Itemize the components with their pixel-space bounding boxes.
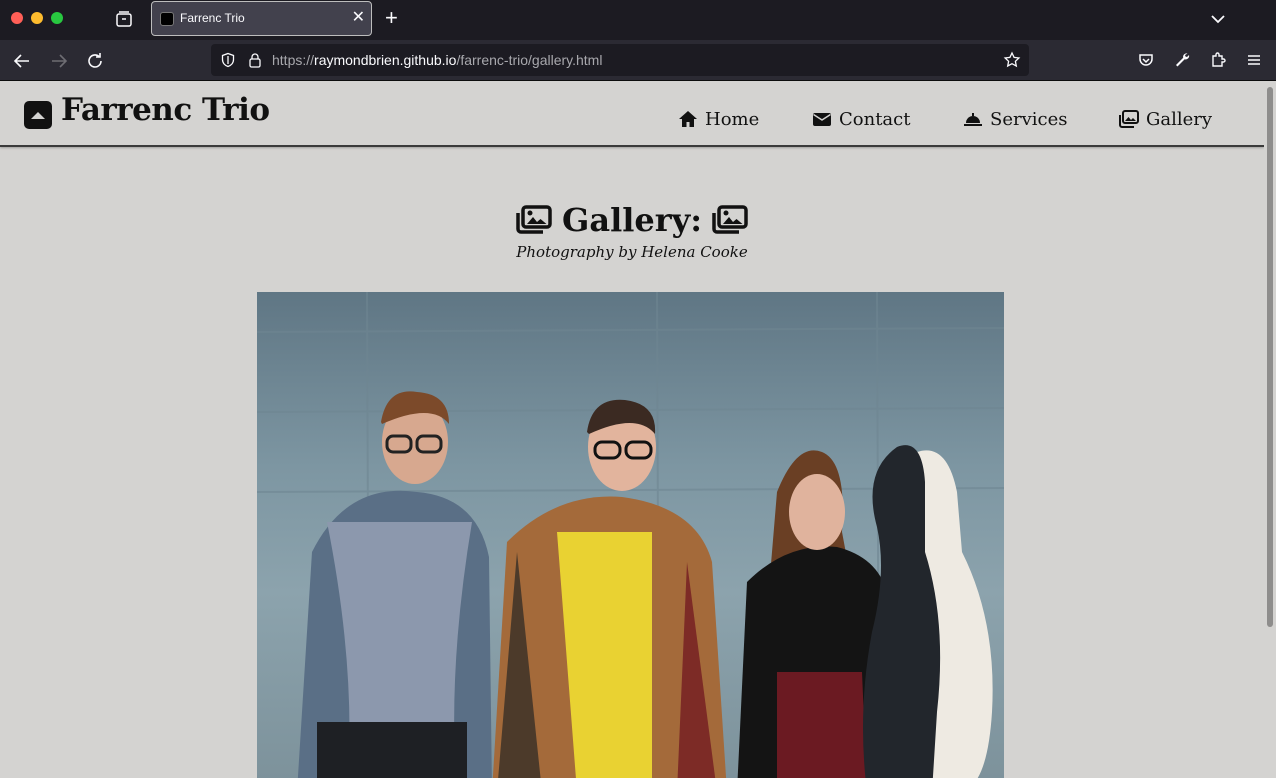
- scrollbar-thumb[interactable]: [1267, 87, 1273, 627]
- musician-center: [492, 399, 727, 778]
- menu-icon[interactable]: [1245, 51, 1263, 69]
- cello-case: [863, 445, 993, 778]
- images-icon: [712, 205, 748, 234]
- envelope-icon: [813, 113, 831, 126]
- site-title[interactable]: Farrenc Trio: [61, 92, 270, 128]
- musician-left: [297, 391, 492, 778]
- star-icon[interactable]: [1003, 51, 1021, 69]
- favicon-icon: [160, 12, 174, 26]
- address-bar[interactable]: https://raymondbrien.github.io/farrenc-t…: [211, 44, 1029, 76]
- url-path: /farrenc-trio/gallery.html: [456, 52, 603, 68]
- lock-icon[interactable]: [248, 52, 262, 68]
- nav-gallery[interactable]: Gallery: [1119, 106, 1212, 132]
- shield-icon[interactable]: [220, 52, 236, 68]
- photo-credit: Photography by Helena Cooke: [516, 243, 748, 261]
- nav-contact-label: Contact: [839, 108, 911, 130]
- url-host: raymondbrien.github.io: [314, 52, 457, 68]
- images-icon: [1119, 110, 1139, 128]
- browser-toolbar: https://raymondbrien.github.io/farrenc-t…: [0, 40, 1276, 81]
- nav-home-label: Home: [705, 108, 760, 130]
- nav-services[interactable]: Services: [963, 106, 1067, 132]
- images-icon: [516, 205, 552, 234]
- site-header: Farrenc Trio Home Contact Services Galle…: [0, 81, 1264, 147]
- reload-icon[interactable]: [84, 50, 106, 72]
- page-title: Gallery:: [0, 201, 1264, 239]
- page-title-text: Gallery:: [562, 201, 702, 239]
- photo-illustration: [257, 292, 1004, 778]
- pocket-icon[interactable]: [1137, 51, 1155, 69]
- close-icon[interactable]: ✕: [352, 9, 365, 27]
- chevron-down-icon[interactable]: [1208, 9, 1228, 29]
- nav-services-label: Services: [990, 108, 1068, 130]
- plus-icon[interactable]: +: [385, 6, 398, 30]
- home-icon: [679, 111, 697, 127]
- window-minimize-button[interactable]: [31, 12, 43, 24]
- url-text[interactable]: https://raymondbrien.github.io/farrenc-t…: [272, 52, 602, 68]
- bell-concierge-icon: [964, 113, 982, 126]
- tab-overview-icon[interactable]: [114, 9, 134, 29]
- nav-home[interactable]: Home: [678, 106, 759, 132]
- tab-title: Farrenc Trio: [180, 11, 245, 25]
- url-prefix: https://: [272, 52, 315, 68]
- window-zoom-button[interactable]: [51, 12, 63, 24]
- nav-gallery-label: Gallery: [1146, 108, 1213, 130]
- nav-contact[interactable]: Contact: [812, 106, 910, 132]
- forward-icon[interactable]: [48, 50, 70, 72]
- wrench-icon[interactable]: [1173, 51, 1191, 69]
- browser-tab[interactable]: Farrenc Trio ✕: [151, 1, 372, 36]
- window-close-button[interactable]: [11, 12, 23, 24]
- browser-tab-strip: Farrenc Trio ✕ +: [0, 0, 1276, 40]
- caret-up-square-icon[interactable]: [24, 101, 52, 129]
- extensions-icon[interactable]: [1209, 51, 1227, 69]
- page-viewport: Farrenc Trio Home Contact Services Galle…: [0, 81, 1264, 778]
- gallery-photo[interactable]: [257, 292, 1004, 778]
- back-icon[interactable]: [11, 50, 33, 72]
- page-scrollbar[interactable]: [1264, 81, 1276, 778]
